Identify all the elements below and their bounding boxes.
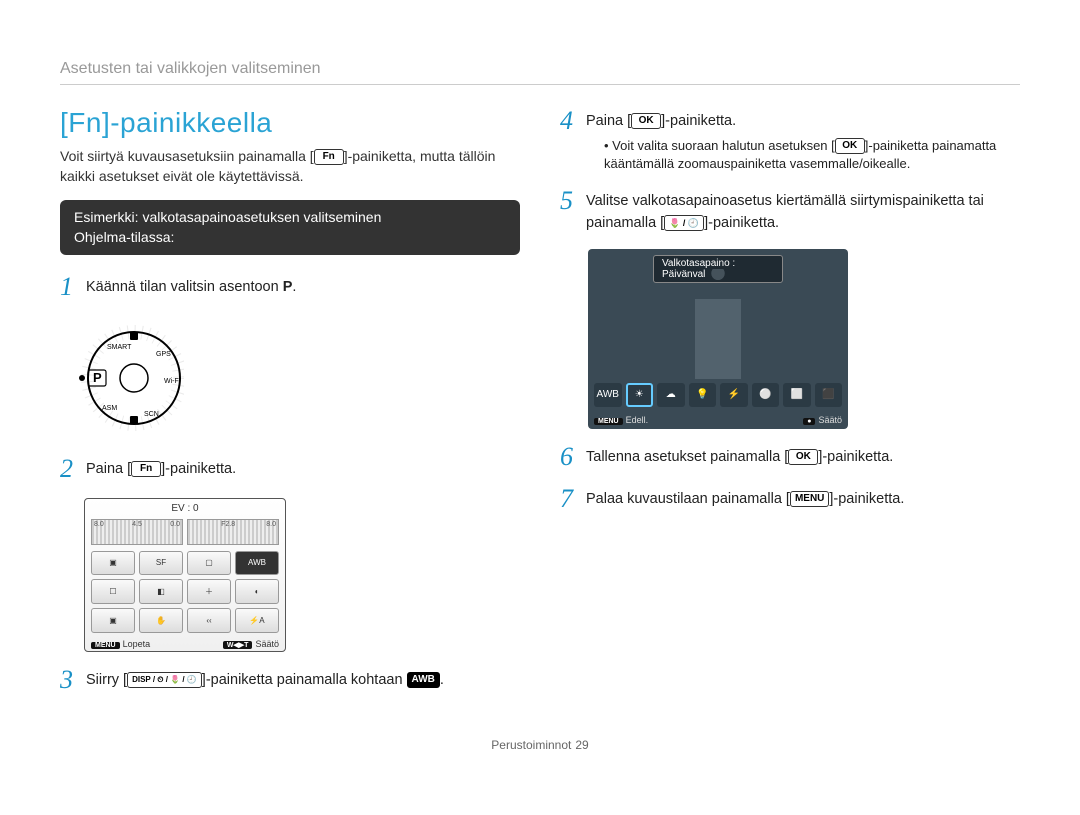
setting-icon: ＋ xyxy=(187,579,231,604)
mode-p-icon: P xyxy=(93,370,102,385)
ev-label: EV : 0 xyxy=(85,503,285,514)
setting-icon: ▣ xyxy=(91,551,135,576)
aperture-scale: F2.8 8.0 xyxy=(187,519,279,545)
person-silhouette xyxy=(683,269,753,379)
mode-dial: SMART GPS Wi-Fi SCN ASM P xyxy=(74,324,184,432)
svg-text:SCN: SCN xyxy=(144,411,159,418)
page-footer: Perustoiminnot29 xyxy=(60,738,1020,752)
setting-icon: ✋ xyxy=(139,608,183,633)
step-5: 5 Valitse valkotasapainoasetus kiertämäl… xyxy=(560,187,1020,235)
step-number: 1 xyxy=(60,273,86,302)
wb-option-flash: ⚡ xyxy=(720,383,748,407)
setting-icon: ▣ xyxy=(91,608,135,633)
intro-text: Voit siirtyä kuvausasetuksiin painamalla… xyxy=(60,147,520,186)
ok-icon: OK xyxy=(631,113,661,129)
footer-left-label: Edell. xyxy=(626,415,649,425)
zoom-icon: W◀▶T xyxy=(223,641,253,649)
step-number: 6 xyxy=(560,443,586,472)
wb-option-kelvin: ⬛ xyxy=(815,383,843,407)
footer-right-label: Säätö xyxy=(255,639,279,649)
left-column: [Fn]-painikkeella Voit siirtyä kuvausase… xyxy=(60,107,520,708)
fn-icon: Fn xyxy=(314,149,344,165)
fn-icon: Fn xyxy=(131,461,161,477)
footer-right-label: Säätö xyxy=(818,415,842,425)
right-column: 4 Paina [OK]-painiketta. Voit valita suo… xyxy=(560,107,1020,708)
disp-nav-icon: DISP / ⏲ / 🌷 / 🕘 xyxy=(127,672,202,688)
setting-icon: ⚡A xyxy=(235,608,279,633)
menu-icon: MENU xyxy=(790,491,829,507)
step-number: 7 xyxy=(560,485,586,514)
svg-text:ASM: ASM xyxy=(102,405,117,412)
svg-text:SMART: SMART xyxy=(107,344,132,351)
step-7: 7 Palaa kuvaustilaan painamalla [MENU]-p… xyxy=(560,485,1020,514)
svg-text:GPS: GPS xyxy=(156,351,171,358)
step-6: 6 Tallenna asetukset painamalla [OK]-pai… xyxy=(560,443,1020,472)
step-3: 3 Siirry [DISP / ⏲ / 🌷 / 🕘]-painiketta p… xyxy=(60,666,520,695)
step-number: 4 xyxy=(560,107,586,136)
setting-icon: ‹‹ xyxy=(187,608,231,633)
wb-option-cloudy: ☁ xyxy=(657,383,685,407)
wb-options-row: AWB ☀ ☁ 💡 ⚡ ⚪ ⬜ ⬛ xyxy=(594,383,842,407)
ok-icon: OK xyxy=(788,449,818,465)
setting-awb-icon: AWB xyxy=(235,551,279,576)
setting-icon: ◐ xyxy=(235,579,279,604)
ok-icon: OK xyxy=(835,138,865,154)
wb-option-custom1: ⚪ xyxy=(752,383,780,407)
example-box: Esimerkki: valkotasapainoasetuksen valit… xyxy=(60,200,520,255)
page-title: [Fn]-painikkeella xyxy=(60,107,520,139)
ev-scale: 8.0 4.5 0.0 xyxy=(91,519,183,545)
setting-icon: ☐ xyxy=(91,579,135,604)
awb-icon: AWB xyxy=(407,672,440,688)
menu-icon: MENU xyxy=(91,642,120,649)
mode-p-icon: P xyxy=(283,279,293,295)
wb-option-daylight: ☀ xyxy=(626,383,654,407)
settings-grid: ▣ SF ▢ AWB ☐ ◧ ＋ ◐ ▣ ✋ ‹‹ ⚡A xyxy=(91,551,279,633)
macro-timer-icon: 🌷 / 🕘 xyxy=(664,215,704,231)
breadcrumb: Asetusten tai valikkojen valitseminen xyxy=(60,60,1020,78)
fn-settings-screen: EV : 0 8.0 4.5 0.0 F2.8 8.0 xyxy=(84,498,286,652)
wb-option-custom2: ⬜ xyxy=(783,383,811,407)
setting-icon: ◧ xyxy=(139,579,183,604)
step-2: 2 Paina [Fn]-painiketta. xyxy=(60,455,520,484)
svg-text:Wi-Fi: Wi-Fi xyxy=(164,378,181,385)
step-number: 3 xyxy=(60,666,86,695)
menu-icon: MENU xyxy=(594,418,623,425)
wb-option-awb: AWB xyxy=(594,383,622,407)
divider xyxy=(60,84,1020,85)
step-number: 2 xyxy=(60,455,86,484)
footer-left-label: Lopeta xyxy=(123,639,151,649)
wb-preview-screen: Valkotasapaino : Päivänval AWB ☀ ☁ 💡 ⚡ ⚪… xyxy=(588,249,848,429)
step-1: 1 Käännä tilan valitsin asentoon P. xyxy=(60,273,520,302)
setting-icon: SF xyxy=(139,551,183,576)
wb-option-tungsten: 💡 xyxy=(689,383,717,407)
step-number: 5 xyxy=(560,187,586,216)
center-icon: ● xyxy=(803,418,815,425)
setting-icon: ▢ xyxy=(187,551,231,576)
step-4: 4 Paina [OK]-painiketta. Voit valita suo… xyxy=(560,107,1020,173)
